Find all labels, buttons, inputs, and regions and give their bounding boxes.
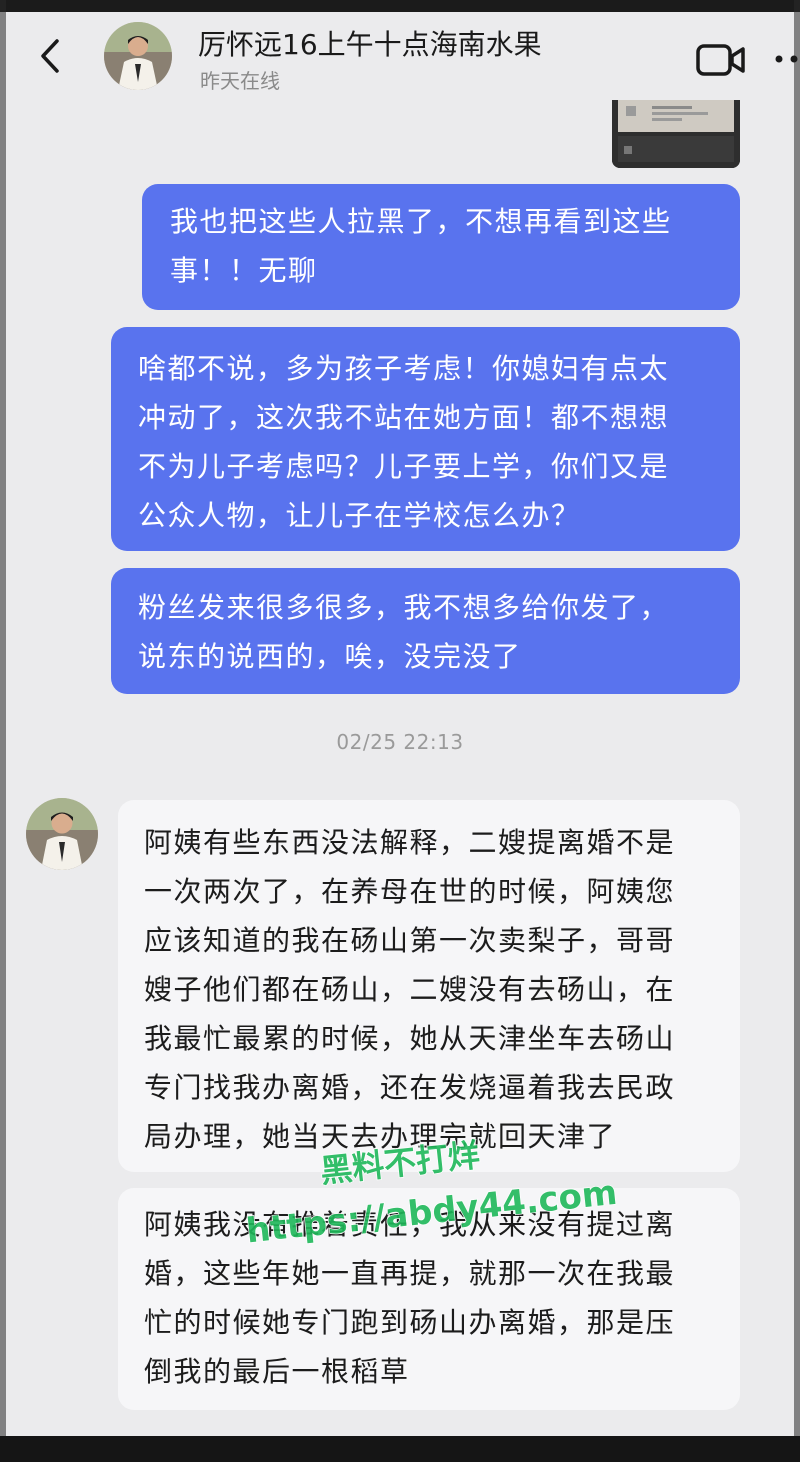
- online-status: 昨天在线: [200, 69, 280, 93]
- message-text-line: 我也把这些人拉黑了，不想再看到这些: [170, 205, 672, 238]
- message-text-line: 事！！无聊: [170, 254, 318, 287]
- message-text-line: 婚，这些年她一直再提，就那一次在我最: [144, 1257, 676, 1290]
- message-bubble-outgoing[interactable]: 粉丝发来很多很多，我不想多给你发了， 说东的说西的，唉，没完没了: [111, 568, 740, 694]
- message-text-line: 应该知道的我在砀山第一次卖梨子，哥哥: [144, 924, 676, 957]
- message-text-line: 阿姨有些东西没法解释，二嫂提离婚不是: [144, 826, 676, 859]
- sender-avatar[interactable]: [26, 798, 98, 870]
- contact-avatar[interactable]: [104, 22, 172, 90]
- video-call-button[interactable]: [696, 42, 746, 78]
- screen-top-edge: [0, 0, 800, 12]
- more-dots-icon: [775, 55, 798, 63]
- message-text-line: 专门找我办离婚，还在发烧逼着我去民政: [144, 1071, 676, 1104]
- message-text-line: 不为儿子考虑吗？儿子要上学，你们又是: [138, 450, 670, 483]
- message-text-line: 倒我的最后一根稻草: [144, 1355, 410, 1388]
- screen-bottom-edge: [0, 1436, 800, 1462]
- message-text-line: 粉丝发来很多很多，我不想多给你发了，: [138, 591, 670, 624]
- message-bubble-incoming[interactable]: 阿姨我没有推着责任，我从来没有提过离 婚，这些年她一直再提，就那一次在我最 忙的…: [118, 1188, 740, 1410]
- message-text-line: 冲动了，这次我不站在她方面！都不想想: [138, 401, 670, 434]
- chevron-left-icon: [41, 39, 59, 73]
- image-preview: [612, 100, 740, 168]
- message-timestamp: 02/25 22:13: [336, 730, 464, 754]
- more-options-button[interactable]: [774, 44, 800, 74]
- contact-name[interactable]: 厉怀远16上午十点海南水果: [198, 23, 542, 63]
- avatar-photo: [104, 22, 172, 90]
- image-message-thumbnail[interactable]: [612, 100, 740, 168]
- message-bubble-incoming[interactable]: 阿姨有些东西没法解释，二嫂提离婚不是 一次两次了，在养母在世的时候，阿姨您 应该…: [118, 800, 740, 1172]
- message-text-line: 说东的说西的，唉，没完没了: [138, 640, 522, 673]
- message-text-line: 嫂子他们都在砀山，二嫂没有去砀山，在: [144, 973, 676, 1006]
- message-bubble-outgoing[interactable]: 啥都不说，多为孩子考虑！你媳妇有点太 冲动了，这次我不站在她方面！都不想想 不为…: [111, 327, 740, 551]
- message-text-line: 啥都不说，多为孩子考虑！你媳妇有点太: [138, 352, 670, 385]
- message-text-line: 阿姨我没有推着责任，我从来没有提过离: [144, 1208, 676, 1241]
- message-text-line: 一次两次了，在养母在世的时候，阿姨您: [144, 875, 676, 908]
- avatar-photo: [26, 798, 98, 870]
- back-button[interactable]: [30, 34, 70, 78]
- message-bubble-outgoing[interactable]: 我也把这些人拉黑了，不想再看到这些 事！！无聊: [142, 184, 740, 310]
- message-text-line: 我最忙最累的时候，她从天津坐车去砀山: [144, 1022, 676, 1055]
- video-camera-icon: [696, 44, 745, 76]
- message-text-line: 局办理，她当天去办理完就回天津了: [144, 1120, 617, 1153]
- message-text-line: 公众人物，让儿子在学校怎么办？: [138, 499, 581, 532]
- chat-header: 厉怀远16上午十点海南水果 昨天在线: [0, 12, 800, 104]
- message-text-line: 忙的时候她专门跑到砀山办离婚，那是压: [144, 1306, 676, 1339]
